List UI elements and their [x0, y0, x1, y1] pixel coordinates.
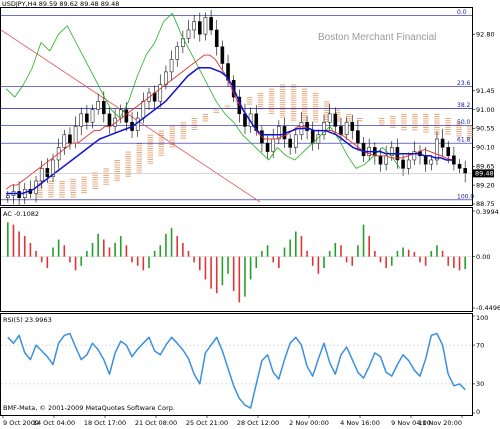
rsi-y-tick-label: 70 [476, 341, 484, 349]
candle-body [423, 155, 428, 165]
candle-body [209, 17, 213, 31]
x-tick-label: 18 Oct 17:00 [84, 419, 126, 427]
candle-body [265, 142, 270, 152]
fib-level-label: 23.6 [457, 80, 471, 87]
chart-svg: 0.0 23.6 38.2 50.0 61.8 100.0 USDJPY,H4 89.59… [0, 0, 500, 429]
candle-body [6, 195, 10, 198]
x-tick-label: 21 Oct 08:00 [135, 419, 177, 427]
candle-body [192, 21, 196, 31]
ac-y-tick-label: -0.4496 [476, 304, 500, 312]
fib-level-label: 0.0 [457, 9, 467, 16]
candle-body [175, 46, 180, 60]
candle-body [333, 113, 338, 127]
candle-body [68, 134, 72, 144]
candle-body [135, 117, 140, 131]
ac-y-tick-label: 0.00 [476, 253, 490, 261]
candle-body [169, 59, 174, 73]
candle-body [344, 121, 349, 136]
candle-body [158, 84, 163, 102]
main-y-tick-label: 92.80 [476, 30, 495, 38]
candle-body [389, 147, 394, 157]
candle-body [288, 138, 292, 148]
candle-body [378, 155, 383, 165]
x-tick-label: 4 Nov 16:00 [340, 419, 380, 427]
candle-body [384, 155, 388, 165]
candle-body [446, 147, 451, 157]
x-tick-label: 2 Nov 00:00 [289, 419, 329, 427]
candle-body [401, 159, 405, 169]
rsi-y-tick-label: 0 [476, 408, 480, 416]
candle-body [429, 159, 434, 165]
fib-level-label: 61.8 [457, 137, 471, 144]
fib-level-label: 38.2 [457, 102, 471, 109]
chart-root: 0.0 23.6 38.2 50.0 61.8 100.0 USDJPY,H4 89.59… [0, 0, 500, 429]
candle-body [197, 21, 202, 35]
ac-y-tick-label: 0.3994 [476, 208, 499, 216]
x-tick-label: 11 Nov 20:00 [418, 419, 462, 427]
candle-body [457, 163, 462, 169]
candle-body [124, 109, 129, 123]
candle-body [62, 134, 67, 148]
fib-level-label: 100.0 [457, 193, 474, 200]
candle-body [96, 101, 100, 110]
candle-body [39, 168, 44, 182]
candle-body [214, 29, 219, 47]
candle-body [141, 101, 146, 119]
candle-body [271, 138, 276, 152]
candle-body [164, 71, 168, 85]
candle-body [435, 138, 439, 161]
main-y-tick-label: 90.55 [476, 125, 495, 133]
copyright-text: BMF-Meta, © 2001-2009 MetaQuotes Softwar… [3, 404, 175, 412]
candle-body [203, 17, 208, 35]
candle-body [85, 113, 89, 123]
main-y-tick-label: 91.45 [476, 87, 495, 95]
candle-body [356, 130, 360, 144]
ac-label: AC -0.1082 [3, 210, 39, 218]
candle-body [406, 159, 411, 169]
x-tick-label: 25 Oct 21:00 [186, 419, 228, 427]
candle-body [90, 109, 95, 123]
x-tick-label: 28 Oct 12:00 [237, 419, 279, 427]
candle-body [305, 121, 309, 131]
candle-body [350, 121, 355, 131]
candle-body [293, 134, 298, 148]
main-y-tick-label: 89.20 [476, 181, 495, 189]
main-y-tick-label: 91.00 [476, 106, 495, 114]
candle-body [327, 113, 332, 123]
chart-title: USDJPY,H4 89.59 89.62 89.48 89.48 [2, 0, 119, 8]
current-price-label: 89.48 [475, 170, 494, 178]
rsi-y-tick-label: 30 [476, 380, 484, 388]
main-y-tick-label: 88.75 [476, 200, 495, 208]
watermark-text: Boston Merchant Financial [318, 32, 436, 43]
candle-body [452, 155, 456, 165]
candle-body [107, 113, 112, 127]
x-tick-label: 14 Oct 04:00 [33, 419, 75, 427]
rsi-label: RSI(5) 23.9963 [3, 316, 52, 324]
candle-body [17, 191, 21, 198]
fib-level-label: 50.0 [457, 119, 471, 126]
candle-body [45, 168, 50, 177]
candle-body [463, 168, 467, 174]
candle-body [186, 29, 191, 39]
candle-body [361, 142, 366, 157]
candle-body [102, 101, 106, 115]
candle-body [440, 138, 445, 148]
candle-body [79, 113, 84, 127]
rsi-y-tick-label: 100 [476, 314, 488, 322]
main-y-tick-label: 90.10 [476, 144, 495, 152]
candle-body [220, 46, 225, 64]
candle-body [73, 126, 78, 144]
